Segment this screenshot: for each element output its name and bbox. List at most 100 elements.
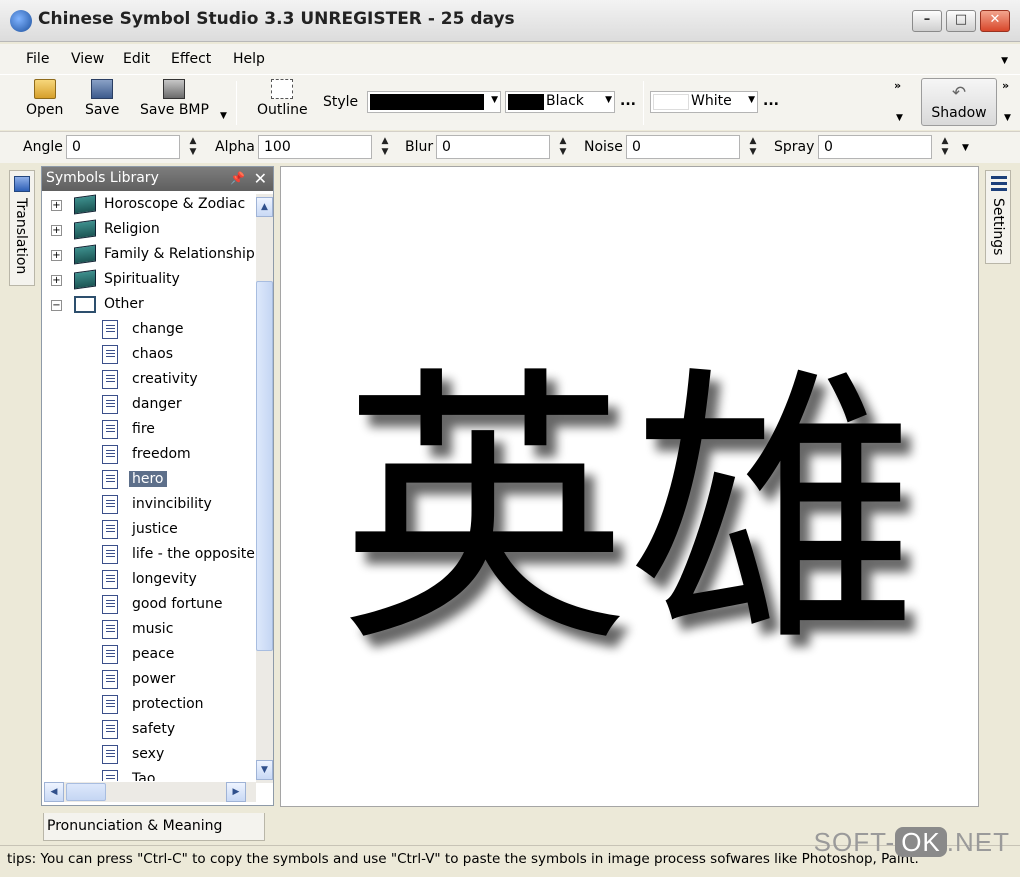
blur-label: Blur bbox=[405, 139, 434, 155]
panel-close-icon[interactable]: ✕ bbox=[254, 169, 267, 188]
toolbar: Open Save Save BMP ▼ Outline Style ▼ Bla… bbox=[0, 74, 1020, 130]
category-label: Family & Relationship bbox=[104, 246, 255, 262]
maximize-button[interactable]: □ bbox=[946, 10, 976, 32]
pin-icon[interactable]: 📌 bbox=[230, 171, 245, 185]
style-select[interactable]: ▼ bbox=[367, 91, 501, 113]
save-bmp-label: Save BMP bbox=[140, 102, 209, 118]
document-icon bbox=[102, 770, 118, 781]
save-button[interactable]: Save bbox=[85, 79, 119, 118]
symbol-drawing: 英雄 bbox=[339, 344, 919, 681]
expand-icon[interactable]: + bbox=[51, 250, 62, 261]
params-bar: Angle 0 ▲ ▼ Alpha 100 ▲ ▼ Blur 0 ▲ ▼ Noise … bbox=[0, 131, 1020, 163]
toolbar-dropdown-icon[interactable]: ▼ bbox=[896, 113, 903, 123]
close-icon: ✕ bbox=[989, 12, 1001, 27]
angle-spinner[interactable]: ▲ ▼ bbox=[186, 136, 200, 158]
black-swatch bbox=[508, 94, 544, 110]
back-color-more-button[interactable]: ... bbox=[763, 93, 779, 109]
menu-help[interactable]: Help bbox=[233, 51, 265, 67]
item-label: longevity bbox=[132, 571, 197, 587]
book-icon bbox=[74, 194, 96, 215]
fore-color-select[interactable]: Black ▼ bbox=[505, 91, 615, 113]
spray-spinner[interactable]: ▲ ▼ bbox=[938, 136, 952, 158]
noise-label: Noise bbox=[584, 139, 623, 155]
menu-effect[interactable]: Effect bbox=[171, 51, 211, 67]
toolbar-separator bbox=[236, 81, 237, 125]
collapse-icon[interactable]: − bbox=[51, 300, 62, 311]
pronunciation-meaning-tab[interactable]: Pronunciation & Meaning bbox=[43, 813, 265, 841]
scroll-thumb[interactable] bbox=[256, 281, 273, 651]
menu-file[interactable]: File bbox=[26, 51, 49, 67]
blur-input[interactable]: 0 bbox=[436, 135, 550, 159]
minimize-icon: – bbox=[923, 12, 931, 27]
watermark-part-b: OK bbox=[895, 827, 947, 857]
symbols-tree: + Horoscope & Zodiac + Religion + Family… bbox=[42, 193, 256, 781]
document-icon bbox=[102, 395, 118, 414]
shadow-button[interactable]: ↶ Shadow bbox=[921, 78, 997, 126]
item-label: fire bbox=[132, 421, 155, 437]
book-icon bbox=[74, 244, 96, 265]
menu-edit[interactable]: Edit bbox=[123, 51, 150, 67]
expand-icon[interactable]: + bbox=[51, 225, 62, 236]
expand-icon[interactable]: + bbox=[51, 200, 62, 211]
menu-view[interactable]: View bbox=[71, 51, 104, 67]
alpha-spinner[interactable]: ▲ ▼ bbox=[378, 136, 392, 158]
toolbar-dropdown-icon[interactable]: ▼ bbox=[1004, 113, 1011, 123]
close-button[interactable]: ✕ bbox=[980, 10, 1010, 32]
back-color-select[interactable]: White ▼ bbox=[650, 91, 758, 113]
settings-tab[interactable]: Settings bbox=[985, 170, 1011, 264]
hscroll-thumb[interactable] bbox=[66, 783, 106, 801]
open-label: Open bbox=[26, 102, 64, 118]
toolbar-separator bbox=[643, 81, 644, 125]
settings-tab-label: Settings bbox=[990, 198, 1006, 256]
save-bmp-button[interactable]: Save BMP bbox=[140, 79, 209, 118]
menubar-overflow-icon[interactable]: ▼ bbox=[1001, 56, 1008, 66]
book-icon bbox=[74, 269, 96, 290]
translation-tab-label: Translation bbox=[13, 198, 29, 275]
document-icon bbox=[102, 720, 118, 739]
scroll-right-icon[interactable]: ▶ bbox=[226, 782, 246, 802]
item-label: protection bbox=[132, 696, 204, 712]
item-label: power bbox=[132, 671, 176, 687]
style-label: Style bbox=[323, 94, 359, 110]
document-icon bbox=[102, 345, 118, 364]
window-title: Chinese Symbol Studio 3.3 UNREGISTER - 2… bbox=[38, 9, 515, 29]
vertical-scrollbar[interactable]: ▲ ▼ bbox=[256, 194, 273, 783]
disk-icon bbox=[91, 79, 114, 99]
document-icon bbox=[102, 620, 118, 639]
item-label: justice bbox=[132, 521, 178, 537]
panel-title: Symbols Library bbox=[46, 170, 159, 186]
noise-spinner[interactable]: ▲ ▼ bbox=[746, 136, 760, 158]
expand-icon[interactable]: + bbox=[51, 275, 62, 286]
document-icon bbox=[102, 470, 118, 489]
alpha-input[interactable]: 100 bbox=[258, 135, 372, 159]
toolbar-overflow-icon[interactable]: » bbox=[894, 79, 901, 92]
params-dropdown-icon[interactable]: ▼ bbox=[962, 143, 969, 153]
toolbar-dropdown-icon[interactable]: ▼ bbox=[220, 111, 227, 121]
minimize-button[interactable]: – bbox=[912, 10, 942, 32]
item-label: peace bbox=[132, 646, 175, 662]
blur-spinner[interactable]: ▲ ▼ bbox=[556, 136, 570, 158]
translation-tab[interactable]: Translation bbox=[9, 170, 35, 286]
shadow-label: Shadow bbox=[931, 105, 987, 121]
scroll-up-icon[interactable]: ▲ bbox=[256, 197, 273, 217]
scroll-left-icon[interactable]: ◀ bbox=[44, 782, 64, 802]
spray-input[interactable]: 0 bbox=[818, 135, 932, 159]
document-icon bbox=[102, 420, 118, 439]
category-label: Religion bbox=[104, 221, 160, 237]
open-button[interactable]: Open bbox=[26, 79, 63, 118]
outline-button[interactable]: Outline bbox=[257, 79, 308, 118]
noise-input[interactable]: 0 bbox=[626, 135, 740, 159]
item-label: invincibility bbox=[132, 496, 212, 512]
spray-label: Spray bbox=[774, 139, 815, 155]
style-preview bbox=[370, 94, 484, 110]
scroll-down-icon[interactable]: ▼ bbox=[256, 760, 273, 780]
toolbar-overflow-icon[interactable]: » bbox=[1002, 79, 1009, 92]
symbol-canvas[interactable]: 英雄 bbox=[280, 166, 979, 807]
book-icon bbox=[74, 219, 96, 240]
save-bmp-icon bbox=[163, 79, 186, 99]
angle-input[interactable]: 0 bbox=[66, 135, 180, 159]
horizontal-scrollbar[interactable]: ◀ ▶ bbox=[44, 782, 256, 802]
app-icon bbox=[10, 10, 32, 32]
white-swatch bbox=[653, 94, 689, 110]
fore-color-more-button[interactable]: ... bbox=[620, 93, 636, 109]
